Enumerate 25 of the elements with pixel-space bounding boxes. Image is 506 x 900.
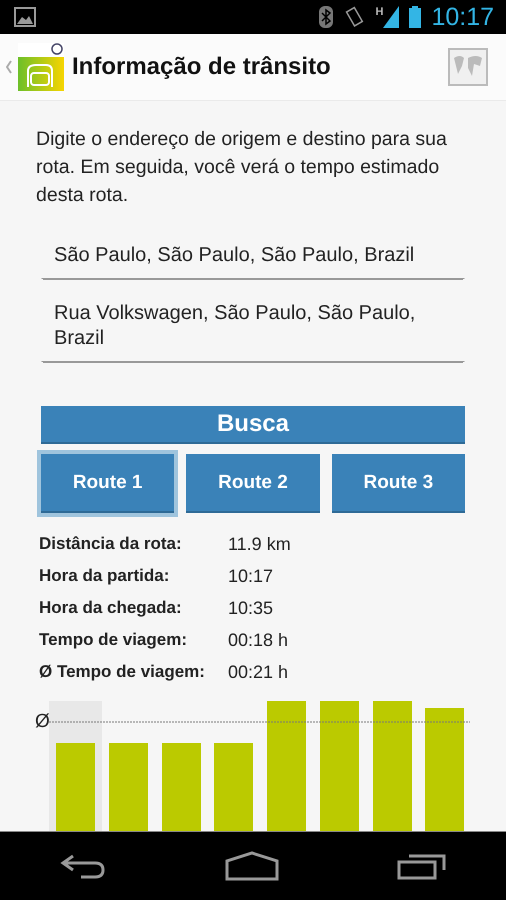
detail-value: 00:21 h (228, 661, 290, 684)
detail-label: Hora da partida: (39, 565, 170, 587)
average-label: Ø (35, 711, 50, 733)
screen-title: Informação de trânsito (72, 53, 332, 81)
detail-value: 11.9 km (228, 533, 292, 556)
network-type: H (375, 6, 384, 18)
detail-label: Distância da rota: (39, 533, 183, 555)
intro-text: Digite o endereço de origem e destino para sua rota. Em seguida, você verá o tempo estimado desta rota. (36, 127, 448, 208)
picture-icon (14, 7, 36, 27)
detail-label: Ø Tempo de viagem: (39, 661, 206, 683)
detail-label: Tempo de viagem: (39, 629, 188, 651)
address-field[interactable]: São Paulo, São Paulo, São Paulo, Brazil (41, 229, 465, 279)
clock-time: 10:17 (431, 2, 494, 33)
detail-label: Hora da chegada: (39, 597, 183, 619)
search-button[interactable]: Busca (41, 406, 465, 444)
rotation-icon (343, 6, 366, 28)
detail-value: 00:18 h (228, 629, 290, 652)
detail-value: 10:17 (228, 565, 274, 588)
detail-value: 10:35 (228, 597, 274, 620)
signal-icon (383, 6, 400, 28)
route-button[interactable]: Route 2 (186, 454, 320, 513)
route-button[interactable]: Route 3 (332, 454, 465, 513)
address-field[interactable]: Rua Volkswagen, São Paulo, São Paulo, Brazil (41, 287, 465, 362)
battery-icon (409, 6, 422, 28)
bluetooth-icon (319, 6, 334, 28)
